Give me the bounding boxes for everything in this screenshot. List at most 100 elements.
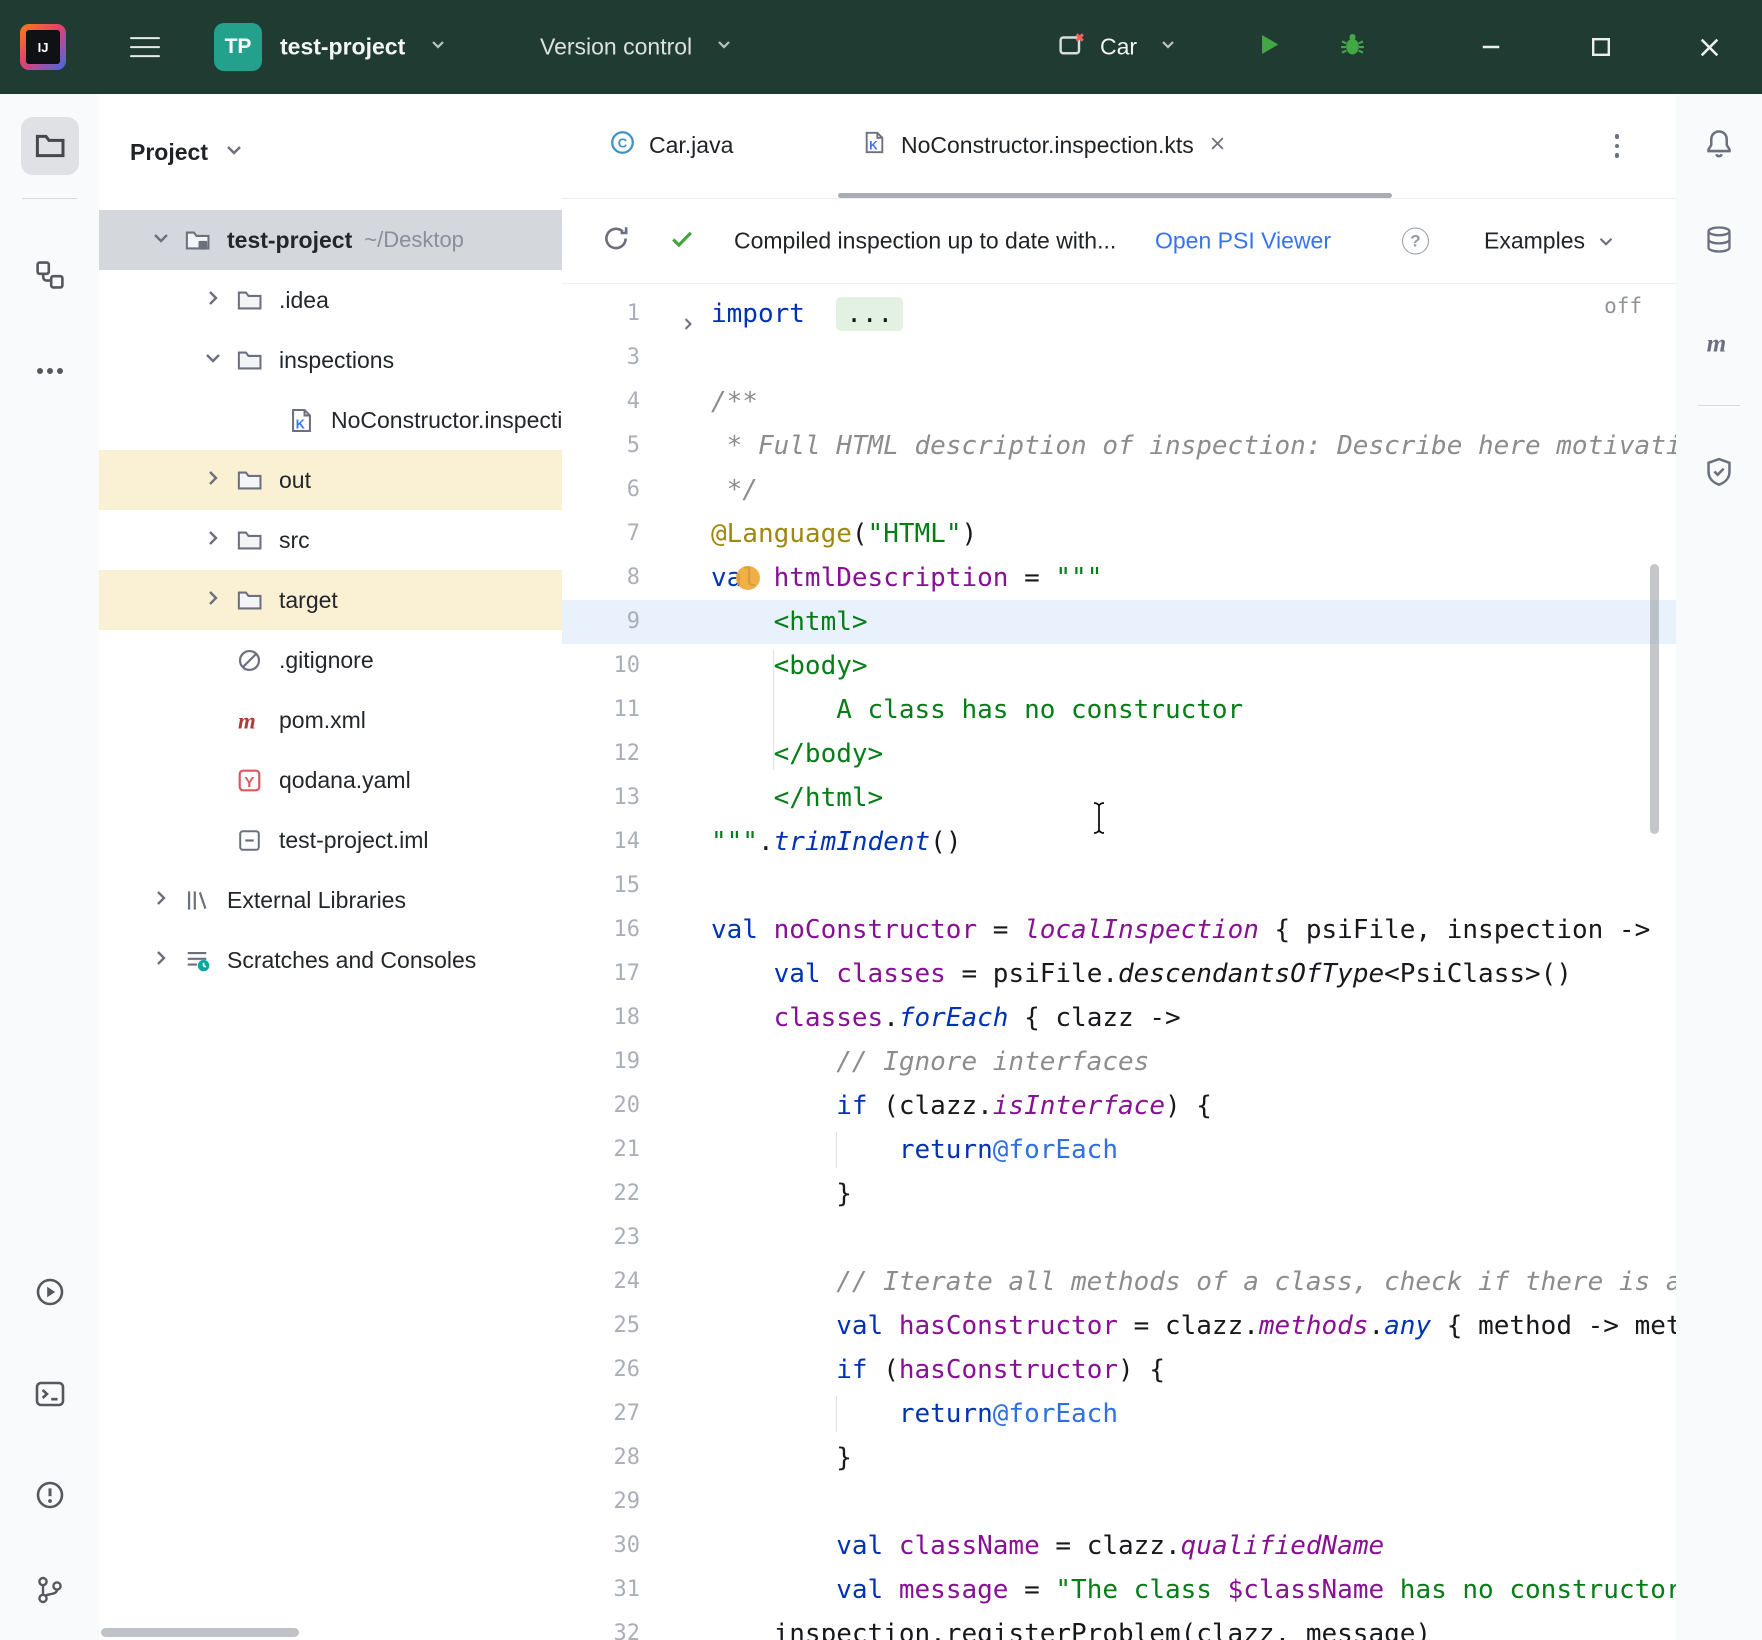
line-number[interactable]: 20	[562, 1084, 640, 1128]
minimize-button[interactable]	[1474, 30, 1508, 64]
line-number[interactable]: 26	[562, 1348, 640, 1392]
line-number[interactable]: 3	[562, 336, 640, 380]
editor-options-button[interactable]	[1602, 126, 1632, 166]
database-tool-button[interactable]	[1704, 224, 1735, 260]
code-line-28[interactable]: 28 }	[562, 1436, 1676, 1480]
line-number[interactable]: 5	[562, 424, 640, 468]
code-line-21[interactable]: 21 return@forEach	[562, 1128, 1676, 1172]
more-tool-windows-button[interactable]	[34, 355, 66, 387]
tree-item-qodana-yaml[interactable]: Yqodana.yaml	[99, 750, 562, 810]
line-number[interactable]: 8	[562, 556, 640, 600]
code-line-10[interactable]: 10 <body>	[562, 644, 1676, 688]
code-line-11[interactable]: 11 A class has no constructor	[562, 688, 1676, 732]
project-tool-button[interactable]	[21, 117, 79, 175]
code-line-26[interactable]: 26 if (hasConstructor) {	[562, 1348, 1676, 1392]
line-number[interactable]: 16	[562, 908, 640, 952]
code-line-5[interactable]: 5 * Full HTML description of inspection:…	[562, 424, 1676, 468]
code-line-3[interactable]: 3	[562, 336, 1676, 380]
code-line-15[interactable]: 15	[562, 864, 1676, 908]
chevron-right-icon[interactable]	[149, 946, 173, 975]
code-line-32[interactable]: 32 inspection.registerProblem(clazz, mes…	[562, 1612, 1676, 1640]
chevron-right-icon[interactable]	[149, 886, 173, 915]
code-line-12[interactable]: 12 </body>	[562, 732, 1676, 776]
line-number[interactable]: 32	[562, 1612, 640, 1640]
close-button[interactable]	[1692, 30, 1726, 64]
close-tab-icon[interactable]	[1208, 132, 1227, 159]
tree-item-test-project-iml[interactable]: test-project.iml	[99, 810, 562, 870]
line-number[interactable]: 19	[562, 1040, 640, 1084]
line-number[interactable]: 13	[562, 776, 640, 820]
code-area[interactable]: off 1import ...34/**5 * Full HTML descri…	[562, 284, 1676, 1640]
line-number[interactable]: 31	[562, 1568, 640, 1612]
line-number[interactable]: 18	[562, 996, 640, 1040]
line-number[interactable]: 24	[562, 1260, 640, 1304]
line-number[interactable]: 12	[562, 732, 640, 776]
tree-item-noconstructor-inspection-kts[interactable]: KNoConstructor.inspection.kts	[99, 390, 562, 450]
run-button[interactable]	[1256, 31, 1283, 63]
line-number[interactable]: 25	[562, 1304, 640, 1348]
maven-tool-button[interactable]: m	[1704, 327, 1735, 363]
tree-item-external-libraries[interactable]: External Libraries	[99, 870, 562, 930]
recompile-button[interactable]	[602, 225, 630, 258]
code-line-30[interactable]: 30 val className = clazz.qualifiedName	[562, 1524, 1676, 1568]
code-line-22[interactable]: 22 }	[562, 1172, 1676, 1216]
tree-item-idea[interactable]: .idea	[99, 270, 562, 330]
code-line-16[interactable]: 16val noConstructor = localInspection { …	[562, 908, 1676, 952]
tree-item-gitignore[interactable]: .gitignore	[99, 630, 562, 690]
line-number[interactable]: 28	[562, 1436, 640, 1480]
tree-item-pom-xml[interactable]: mpom.xml	[99, 690, 562, 750]
code-line-1[interactable]: 1import ...	[562, 292, 1676, 336]
run-config-selector[interactable]: Car	[1100, 34, 1137, 61]
line-number[interactable]: 23	[562, 1216, 640, 1260]
code-line-4[interactable]: 4/**	[562, 380, 1676, 424]
line-number[interactable]: 17	[562, 952, 640, 996]
open-psi-viewer-link[interactable]: Open PSI Viewer	[1155, 228, 1331, 255]
services-tool-button[interactable]	[34, 1276, 66, 1308]
tab-car-java[interactable]: C Car.java	[610, 94, 733, 197]
tree-item-out[interactable]: out	[99, 450, 562, 510]
qodana-tool-button[interactable]	[1704, 456, 1735, 492]
vertical-scrollbar[interactable]	[1650, 564, 1659, 834]
code-line-29[interactable]: 29	[562, 1480, 1676, 1524]
tab-noconstructor-inspection[interactable]: K NoConstructor.inspection.kts	[862, 94, 1227, 197]
git-tool-button[interactable]	[34, 1574, 66, 1606]
main-menu-button[interactable]	[130, 30, 160, 64]
line-number[interactable]: 14	[562, 820, 640, 864]
code-line-14[interactable]: 14""".trimIndent()	[562, 820, 1676, 864]
line-number[interactable]: 11	[562, 688, 640, 732]
line-number[interactable]: 29	[562, 1480, 640, 1524]
code-line-19[interactable]: 19 // Ignore interfaces	[562, 1040, 1676, 1084]
code-line-23[interactable]: 23	[562, 1216, 1676, 1260]
line-number[interactable]: 4	[562, 380, 640, 424]
maximize-button[interactable]	[1584, 30, 1618, 64]
code-line-27[interactable]: 27 return@forEach	[562, 1392, 1676, 1436]
line-number[interactable]: 15	[562, 864, 640, 908]
tree-item-test-project[interactable]: test-project~/Desktop	[99, 210, 562, 270]
chevron-right-icon[interactable]	[201, 586, 225, 615]
code-line-7[interactable]: 7@Language("HTML")	[562, 512, 1676, 556]
line-number[interactable]: 6	[562, 468, 640, 512]
horizontal-scrollbar[interactable]	[101, 1628, 299, 1637]
chevron-down-icon[interactable]	[201, 346, 225, 375]
tree-item-scratches-and-consoles[interactable]: Scratches and Consoles	[99, 930, 562, 990]
code-line-9[interactable]: 9 <html>	[562, 600, 1676, 644]
project-panel-header[interactable]: Project	[99, 94, 562, 210]
notifications-button[interactable]	[1704, 128, 1735, 164]
chevron-right-icon[interactable]	[201, 286, 225, 315]
line-number[interactable]: 9	[562, 600, 640, 644]
code-line-20[interactable]: 20 if (clazz.isInterface) {	[562, 1084, 1676, 1128]
code-line-6[interactable]: 6 */	[562, 468, 1676, 512]
code-line-8[interactable]: 8val htmlDescription = """	[562, 556, 1676, 600]
problems-tool-button[interactable]	[34, 1479, 66, 1511]
debug-button[interactable]	[1338, 30, 1367, 64]
project-avatar[interactable]: TP	[214, 23, 262, 71]
line-number[interactable]: 27	[562, 1392, 640, 1436]
code-line-13[interactable]: 13 </html>	[562, 776, 1676, 820]
line-number[interactable]: 22	[562, 1172, 640, 1216]
tree-item-target[interactable]: target	[99, 570, 562, 630]
line-number[interactable]: 30	[562, 1524, 640, 1568]
vcs-menu[interactable]: Version control	[540, 34, 692, 61]
code-line-31[interactable]: 31 val message = "The class $className h…	[562, 1568, 1676, 1612]
terminal-tool-button[interactable]	[34, 1378, 66, 1410]
tree-item-src[interactable]: src	[99, 510, 562, 570]
